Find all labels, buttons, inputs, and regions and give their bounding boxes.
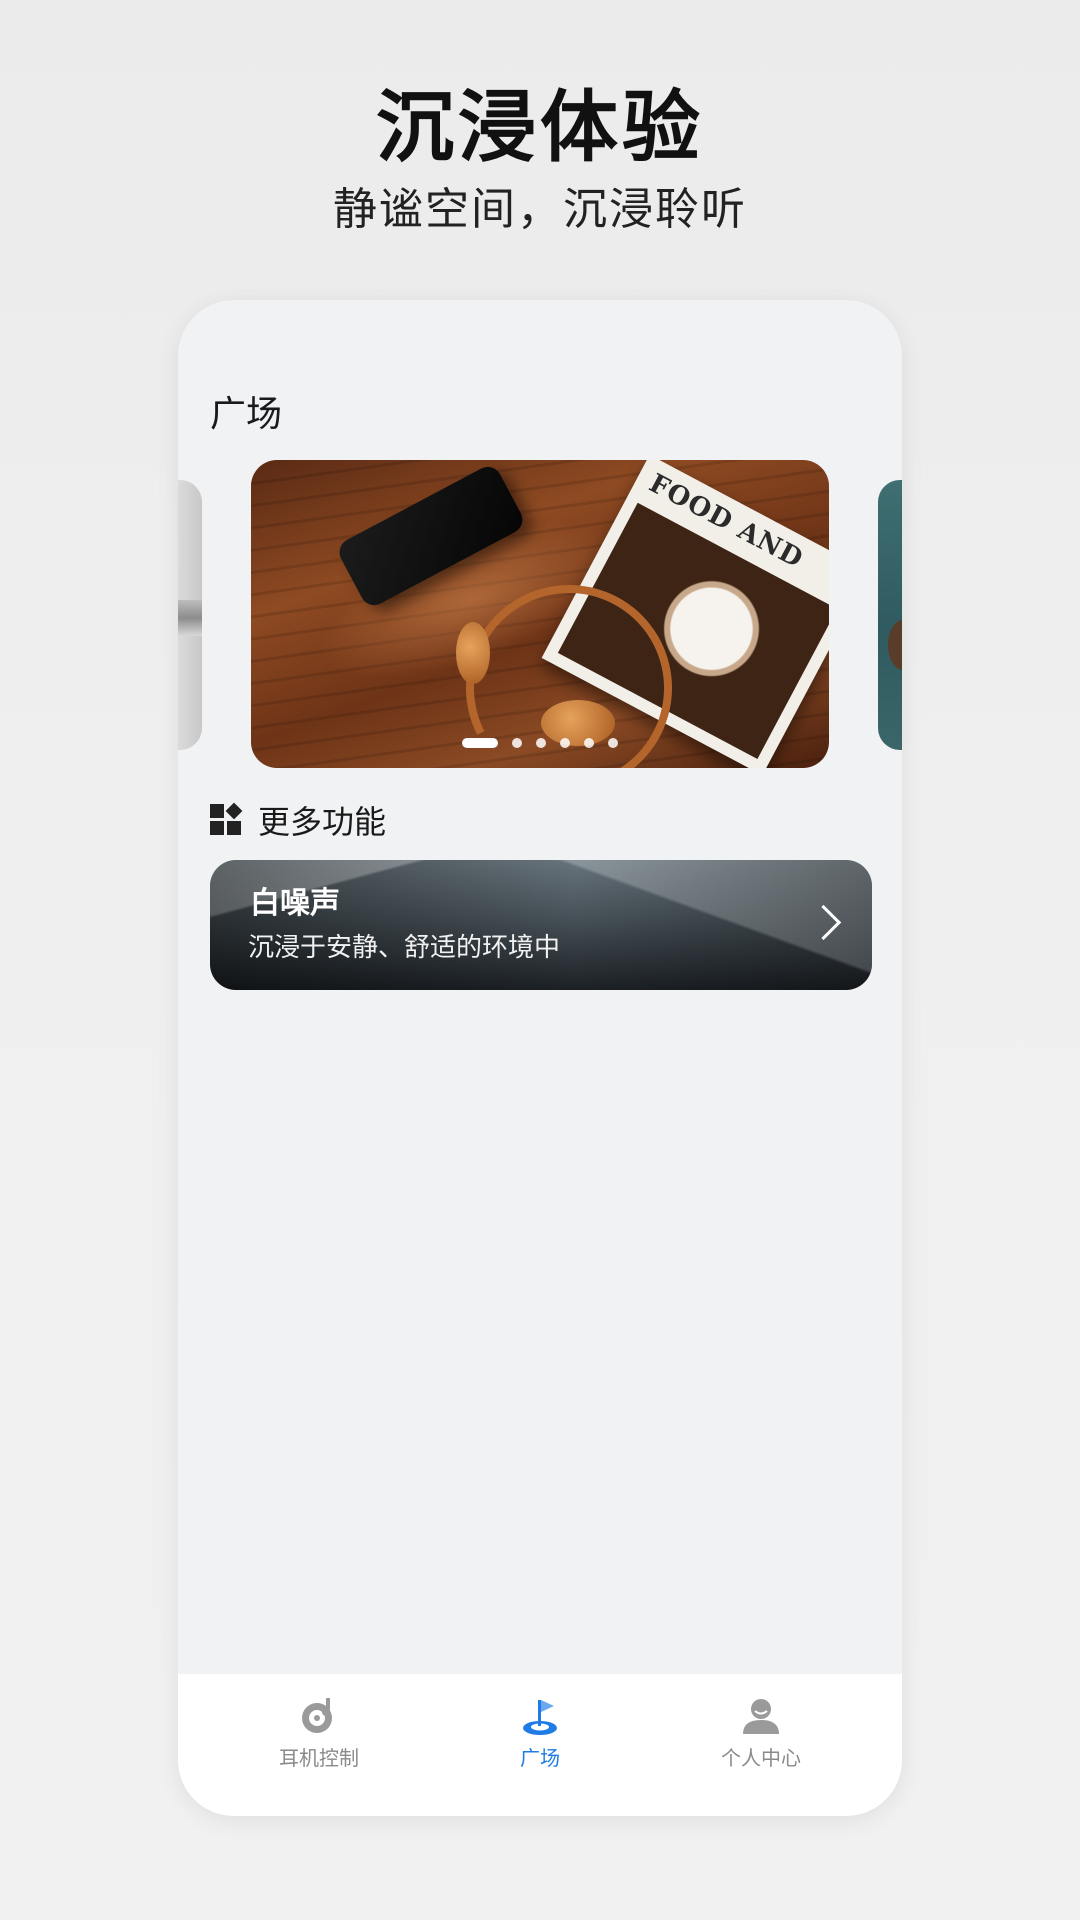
prev-card-image bbox=[178, 600, 202, 636]
indicator-dot-active[interactable] bbox=[462, 738, 498, 748]
person-icon bbox=[741, 1696, 781, 1736]
phone-frame: 广场 FOOD AND 更多功能 白噪声 沉浸于安静、舒适的环境中 耳机控制 广… bbox=[178, 300, 902, 1816]
carousel-next-card[interactable] bbox=[878, 480, 902, 750]
carousel-indicator bbox=[251, 736, 829, 750]
tab-label: 耳机控制 bbox=[279, 1746, 359, 1770]
apps-grid-icon bbox=[210, 802, 243, 836]
tab-label: 广场 bbox=[520, 1746, 560, 1770]
flag-icon bbox=[520, 1696, 560, 1736]
tab-label: 个人中心 bbox=[721, 1746, 801, 1770]
hero-subtitle: 静谧空间，沉浸聆听 bbox=[333, 184, 747, 235]
white-noise-description: 沉浸于安静、舒适的环境中 bbox=[248, 933, 561, 963]
more-features-header: 更多功能 bbox=[210, 796, 386, 844]
tab-plaza[interactable]: 广场 bbox=[470, 1696, 610, 1786]
card-overlay bbox=[210, 860, 872, 990]
indicator-dot[interactable] bbox=[512, 738, 522, 748]
tab-personal-center[interactable]: 个人中心 bbox=[691, 1696, 831, 1786]
carousel-prev-card[interactable] bbox=[178, 480, 202, 750]
indicator-dot[interactable] bbox=[536, 738, 546, 748]
bottom-tab-bar: 耳机控制 广场 个人中心 bbox=[178, 1674, 902, 1816]
hero-title: 沉浸体验 bbox=[375, 83, 704, 173]
page-title: 广场 bbox=[210, 394, 283, 435]
carousel-banner[interactable]: FOOD AND bbox=[251, 460, 829, 768]
indicator-dot[interactable] bbox=[584, 738, 594, 748]
indicator-dot[interactable] bbox=[560, 738, 570, 748]
headphone-earcup-left bbox=[456, 622, 490, 684]
next-card-image bbox=[888, 620, 902, 670]
more-features-label: 更多功能 bbox=[258, 803, 387, 841]
headphone-disc-icon bbox=[299, 1696, 339, 1736]
white-noise-card[interactable]: 白噪声 沉浸于安静、舒适的环境中 bbox=[210, 860, 872, 990]
tab-headphone-control[interactable]: 耳机控制 bbox=[249, 1696, 389, 1786]
indicator-dot[interactable] bbox=[608, 738, 618, 748]
white-noise-title: 白噪声 bbox=[250, 886, 340, 921]
